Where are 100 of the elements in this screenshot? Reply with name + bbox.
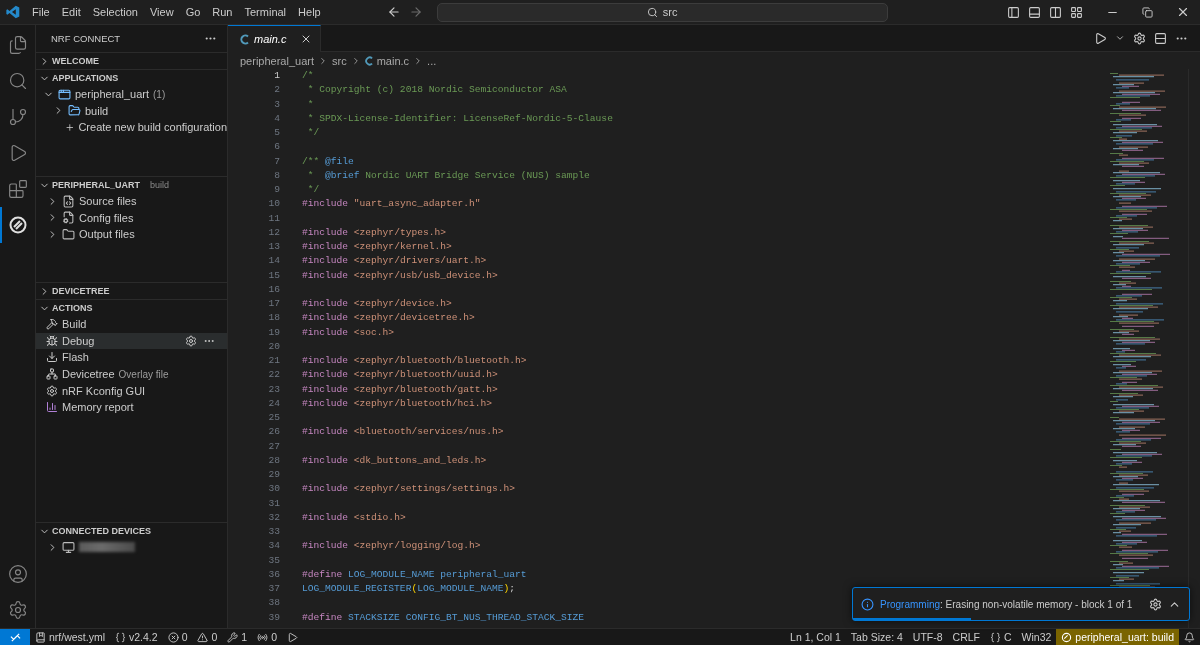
line-number: 7 [273,154,280,169]
status-item[interactable]: 0 [252,629,282,645]
section-header[interactable]: APPLICATIONS [36,70,227,86]
bell-icon [1184,631,1195,643]
gear-icon[interactable] [1133,31,1146,45]
breadcrumb[interactable]: src [332,54,347,67]
line-number: 8 [273,168,280,183]
code-line: #include <zephyr/bluetooth/uuid.h> [302,368,499,383]
line-number: 4 [273,111,280,126]
status-item[interactable]: CRLF [947,629,985,645]
status-item[interactable]: v2.4.2 [110,629,163,645]
tree-item[interactable]: Output files [36,226,227,243]
gear-icon[interactable] [185,334,197,347]
search-icon[interactable] [7,71,28,91]
action-label: Build [62,318,87,331]
tree-item[interactable]: Config files [36,209,227,227]
breadcrumb[interactable]: peripheral_uart [240,54,314,67]
status-item[interactable]: 1 [222,629,253,645]
line-number: 6 [273,140,280,155]
create-link[interactable]: Create new build configuration [36,119,227,136]
code-line: #include <stdio.h> [302,510,407,525]
section-header[interactable]: ACTIONS [36,300,227,316]
code-line: /** @file [302,154,355,169]
link-ring-icon[interactable] [7,215,28,235]
code-line: #include <zephyr/settings/settings.h> [302,482,517,497]
tree-item[interactable]: build [36,102,227,120]
status-item[interactable]: C [985,629,1017,645]
menu-item[interactable]: File [26,4,56,20]
code-line: #include <zephyr/logging/log.h> [302,539,482,554]
search-icon [646,6,658,18]
layout-icon[interactable] [1070,5,1083,19]
code-line: #include "uart_async_adapter.h" [302,197,482,212]
code-line: #include <zephyr/usb/usb_device.h> [302,268,499,283]
menu-item[interactable]: Edit [55,4,87,20]
menu-item[interactable]: Terminal [238,4,293,20]
braces-icon [115,631,126,643]
section-title: WELCOME [52,56,99,66]
status-item[interactable]: Win32 [1016,629,1057,645]
columns-icon[interactable] [1049,5,1062,19]
branch-icon[interactable] [7,107,28,127]
link-ring-icon [1061,631,1073,643]
blocks-icon[interactable] [7,179,28,199]
remote-button[interactable] [0,629,30,645]
line-number: 29 [267,468,280,482]
play-icon[interactable] [1094,31,1107,45]
menu-item[interactable]: Selection [86,4,144,20]
antenna-icon [257,631,269,643]
chevron-down-icon[interactable] [1115,33,1125,43]
monitor-icon [62,540,75,554]
action-item[interactable]: Flash [36,349,227,366]
breadcrumb[interactable]: ... [427,54,437,67]
section-title: DEVICETREE [52,286,110,296]
restore-icon[interactable] [1142,6,1153,18]
line-number: 30 [267,482,280,497]
panel-left-icon[interactable] [1007,5,1020,19]
status-item[interactable]: 0 [192,629,223,645]
status-item[interactable]: nrf/west.yml [30,629,110,645]
action-item[interactable]: Memory report [36,398,227,416]
editor-tab[interactable]: main.c [228,25,321,52]
forward-icon[interactable] [408,5,423,19]
section-header[interactable]: CONNECTED DEVICES [36,523,227,539]
close-icon[interactable] [300,33,312,45]
action-label: Memory report [62,401,134,414]
status-item[interactable]: UTF-8 [907,629,948,645]
files-icon[interactable] [7,35,28,55]
action-item[interactable]: nRF Kconfig GUI [36,382,227,399]
item-label: Config files [79,211,134,224]
section-header[interactable]: WELCOME [36,53,227,69]
line-number: 18 [267,311,280,326]
account-icon[interactable] [7,564,28,584]
action-item[interactable]: Devicetree Overlay file [36,365,227,383]
search-field[interactable]: src [436,2,888,22]
line-number: 31 [267,496,280,511]
tree-item[interactable]: peripheral_uart (1) [36,86,227,103]
status-item[interactable]: Ln 1, Col 1 [785,629,846,645]
gear-icon[interactable] [1149,597,1162,611]
panel-bottom-icon[interactable] [1028,5,1041,19]
action-item[interactable]: Debug [36,332,227,350]
status-item[interactable]: peripheral_uart: build [1056,629,1179,645]
line-number: 5 [273,126,280,140]
section-header[interactable]: DEVICETREE [36,283,227,299]
back-icon[interactable] [386,5,401,19]
menu-item[interactable]: Go [179,4,207,20]
action-item[interactable]: Build [36,316,227,333]
code-line: #include <zephyr/bluetooth/bluetooth.h> [302,354,528,368]
menu-item[interactable]: Run [206,4,239,20]
breadcrumb[interactable]: main.c [376,54,410,67]
split-icon[interactable] [1154,31,1167,45]
status-item[interactable]: Tab Size: 4 [845,629,908,645]
tree-item[interactable]: Source files [36,193,227,210]
wrench-icon [227,631,239,643]
menu-item[interactable]: View [143,4,180,20]
status-item[interactable]: 0 [162,629,193,645]
menu-item[interactable]: Help [292,4,327,20]
line-number: 2 [273,83,280,98]
settings-icon[interactable] [7,600,28,620]
action-label: Debug [62,334,95,347]
gear-icon [46,384,58,397]
section-header[interactable]: PERIPHERAL_UART build [36,177,227,193]
code-line: #define STACKSIZE CONFIG_BT_NUS_THREAD_STACK_SIZE [302,610,586,625]
